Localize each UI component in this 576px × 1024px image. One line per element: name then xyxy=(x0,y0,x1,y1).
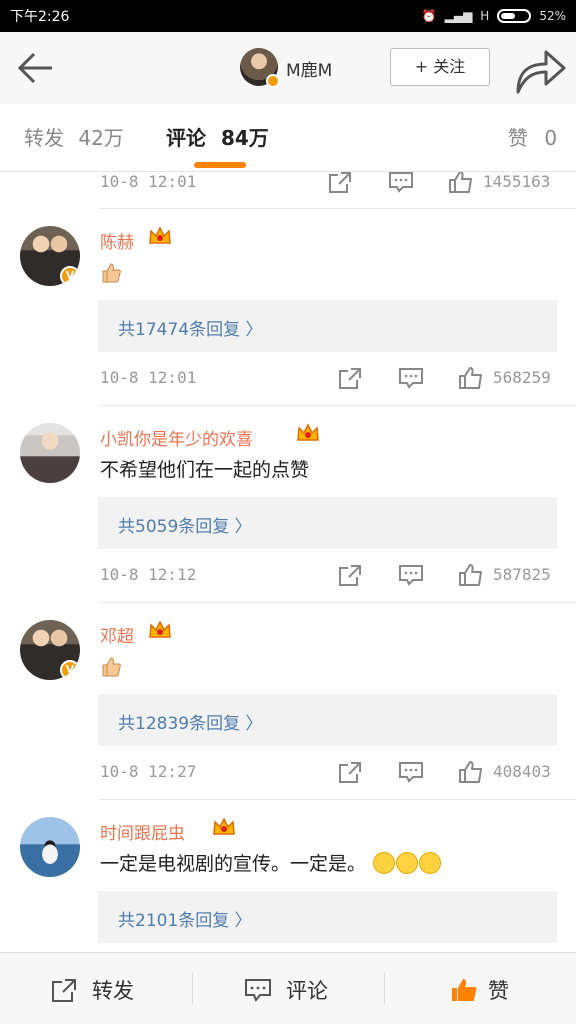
comment-username[interactable]: 小凯你是年少的欢喜 xyxy=(100,425,253,450)
replies-link[interactable]: 共5059条回复 〉 xyxy=(98,497,557,549)
comment-username[interactable]: 时间跟屁虫 xyxy=(100,819,185,844)
status-bar: 下午2:26 ⏰ ▂▄▆ H 52% xyxy=(0,0,576,32)
repost-icon[interactable] xyxy=(337,366,363,390)
crown-badge-icon xyxy=(149,620,171,638)
crown-badge-icon xyxy=(213,817,235,835)
replies-count-text: 共12839条回复 〉 xyxy=(118,714,263,734)
comment-button[interactable]: 评论 xyxy=(192,953,384,1024)
avatar[interactable]: V xyxy=(20,620,80,680)
crown-badge-icon xyxy=(149,226,171,244)
reply-icon[interactable] xyxy=(388,172,414,194)
divider xyxy=(98,208,576,209)
like-count: 568259 xyxy=(493,368,551,387)
signal-icon: ▂▄▆ xyxy=(444,9,473,23)
laughing-crying-emoji-icon xyxy=(396,852,419,874)
like-icon[interactable] xyxy=(458,760,484,784)
reply-icon[interactable] xyxy=(398,366,424,390)
status-time: 下午2:26 xyxy=(10,9,70,25)
comment-icon xyxy=(245,979,271,1002)
divider xyxy=(98,602,576,603)
user-avatar[interactable] xyxy=(240,48,280,88)
avatar[interactable] xyxy=(20,817,80,877)
like-label: 赞 xyxy=(488,979,509,1003)
tab-comments[interactable]: 评论 84万 xyxy=(166,122,269,151)
comment-label: 评论 xyxy=(286,979,328,1003)
replies-count-text: 共5059条回复 〉 xyxy=(118,517,252,537)
thumbs-up-emoji-icon xyxy=(102,263,121,283)
follow-button[interactable]: + 关注 xyxy=(390,48,490,86)
comment-actions: 10-8 12:01 568259 xyxy=(0,362,576,396)
tab-likes-label: 赞 xyxy=(508,126,528,150)
share-button[interactable] xyxy=(512,44,568,96)
replies-count-text: 共17474条回复 〉 xyxy=(118,320,263,340)
comment-text: 不希望他们在一起的点赞 xyxy=(100,459,310,481)
tab-repost-count: 42万 xyxy=(78,126,124,150)
reply-icon[interactable] xyxy=(398,563,424,587)
repost-label: 转发 xyxy=(92,979,134,1003)
thumbs-up-emoji-icon xyxy=(102,657,121,677)
comment-username[interactable]: 陈赫 xyxy=(100,228,134,253)
replies-link[interactable]: 共12839条回复 〉 xyxy=(98,694,557,746)
crown-badge-icon xyxy=(297,423,319,441)
divider xyxy=(98,799,576,800)
comment-text-body: 一定是电视剧的宣传。一定是。 xyxy=(100,853,367,875)
laughing-crying-emoji-icon xyxy=(373,852,396,874)
alarm-icon: ⏰ xyxy=(421,9,437,23)
replies-count-text: 共2101条回复 〉 xyxy=(118,911,252,931)
verified-badge-icon: V xyxy=(60,266,80,286)
comment-actions: 10-8 12:01 1455163 xyxy=(0,172,576,200)
network-type: H xyxy=(480,9,490,23)
repost-icon[interactable] xyxy=(337,760,363,784)
avatar[interactable]: V xyxy=(20,226,80,286)
like-icon[interactable] xyxy=(458,563,484,587)
like-count: 587825 xyxy=(493,565,551,584)
tab-likes-count: 0 xyxy=(544,126,558,150)
like-button[interactable]: 赞 xyxy=(384,953,576,1024)
comment-username[interactable]: 邓超 xyxy=(100,622,134,647)
repost-icon xyxy=(52,979,76,1002)
back-button[interactable] xyxy=(14,48,56,88)
share-arrow-icon xyxy=(516,50,566,94)
bottom-action-bar: 转发 评论 赞 xyxy=(0,952,576,1024)
tab-comments-label: 评论 xyxy=(166,126,206,150)
tab-bar: 转发 42万 评论 84万 赞 0 xyxy=(0,104,576,172)
comment-time: 10-8 12:01 xyxy=(100,172,197,191)
tab-likes[interactable]: 赞 0 xyxy=(508,122,557,151)
back-arrow-icon xyxy=(17,52,52,84)
battery-icon xyxy=(497,9,532,23)
verified-badge-icon xyxy=(266,74,280,88)
tab-comments-count: 84万 xyxy=(220,126,269,150)
laughing-crying-emoji-icon xyxy=(419,852,442,874)
battery-level: 52% xyxy=(539,9,566,23)
like-icon[interactable] xyxy=(448,172,474,194)
repost-icon[interactable] xyxy=(327,172,353,194)
divider xyxy=(98,405,576,406)
like-count: 408403 xyxy=(493,762,551,781)
nav-bar: M鹿M + 关注 xyxy=(0,32,576,104)
comment-text: 一定是电视剧的宣传。一定是。 xyxy=(100,849,442,876)
repost-button[interactable]: 转发 xyxy=(0,953,192,1024)
avatar[interactable] xyxy=(20,423,80,483)
comment-time: 10-8 12:01 xyxy=(100,368,197,387)
replies-link[interactable]: 共17474条回复 〉 xyxy=(98,300,557,352)
replies-link[interactable]: 共2101条回复 〉 xyxy=(98,891,557,943)
thumbs-up-icon xyxy=(452,979,477,1001)
like-icon[interactable] xyxy=(458,366,484,390)
verified-badge-icon: V xyxy=(60,660,80,680)
user-name[interactable]: M鹿M xyxy=(286,56,332,81)
comment-actions: 10-8 12:12 587825 xyxy=(0,559,576,593)
comment-time: 10-8 12:12 xyxy=(100,565,197,584)
comment-time: 10-8 12:27 xyxy=(100,762,197,781)
reply-icon[interactable] xyxy=(398,760,424,784)
active-tab-indicator xyxy=(194,162,246,168)
comment-actions: 10-8 12:27 408403 xyxy=(0,756,576,790)
tab-repost[interactable]: 转发 42万 xyxy=(24,122,124,151)
tab-repost-label: 转发 xyxy=(24,126,64,150)
repost-icon[interactable] xyxy=(337,563,363,587)
comment-feed[interactable]: 10-8 12:01 1455163 V 陈赫 共17474条回复 〉 10-8… xyxy=(0,172,576,952)
like-count: 1455163 xyxy=(483,172,551,191)
